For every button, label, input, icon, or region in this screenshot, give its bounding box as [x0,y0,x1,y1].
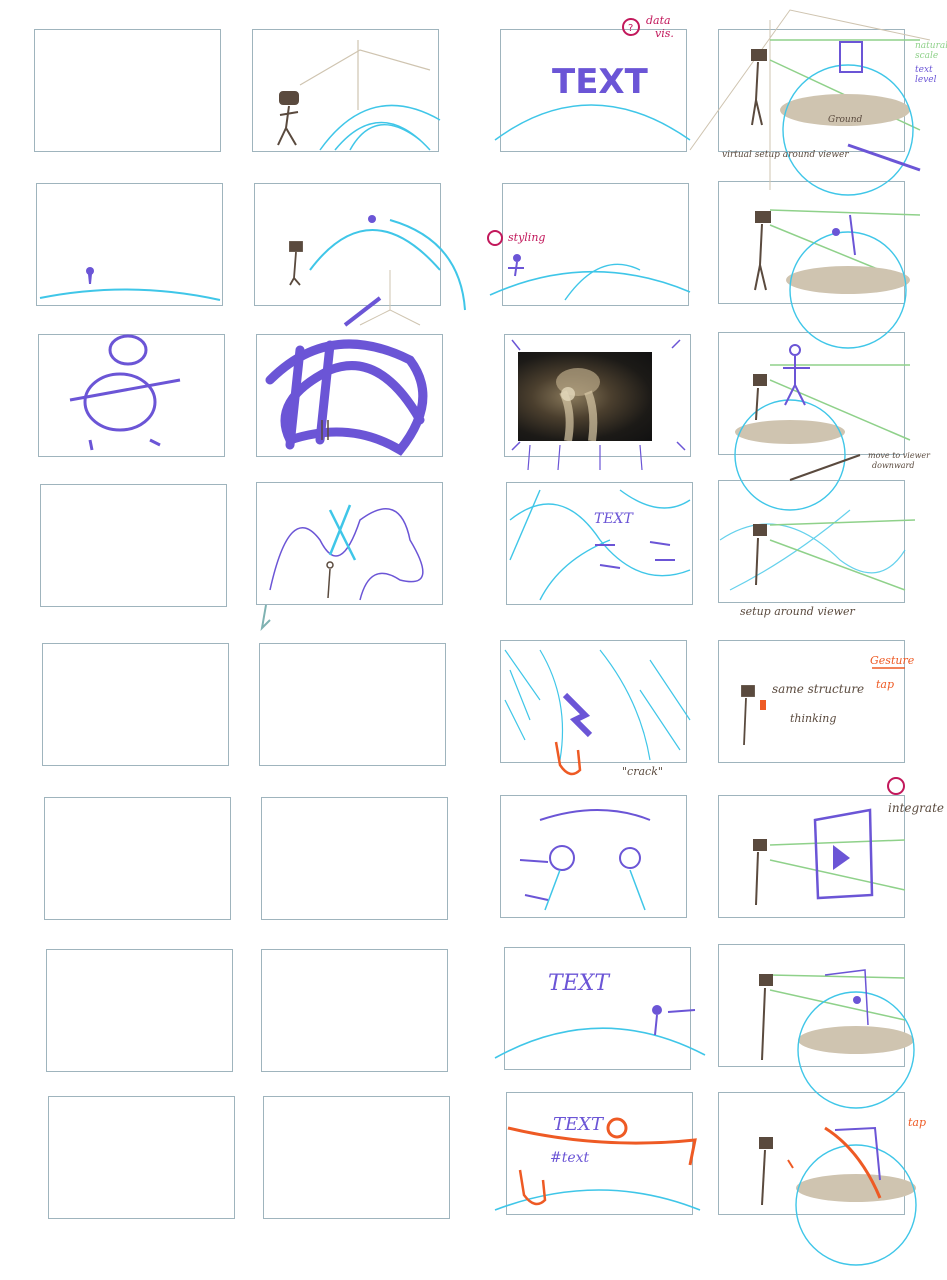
svg-text:downward: downward [872,461,915,470]
storyboard-frame [261,797,448,920]
storyboard-frame [502,183,689,306]
storyboard-frame [506,1092,693,1215]
storyboard-frame [252,29,439,152]
storyboard-frame [718,1092,905,1215]
storyboard-frame [506,482,693,605]
storyboard-frame [718,29,905,152]
storyboard-frame [40,484,227,607]
storyboard-frame [48,1096,235,1219]
storyboard-frame [38,334,225,457]
annotation-data: data [646,14,671,27]
storyboard-frame [46,949,233,1072]
svg-text:level: level [915,75,937,85]
annotation-tap: tap [908,1116,926,1129]
storyboard-canvas: TEXT ? data vis. natural scale text leve… [0,0,947,1280]
svg-text:text: text [915,65,933,75]
storyboard-frame [718,332,905,455]
storyboard-frame [718,795,905,918]
checkmark-icon [260,604,271,631]
annotation-setup: setup around viewer [740,605,856,618]
anatomy-photo [518,352,652,442]
storyboard-frame [254,183,441,306]
question-badge-icon [887,777,905,795]
storyboard-frame [36,183,223,306]
storyboard-frame [718,181,905,304]
storyboard-frame [504,947,691,1070]
question-badge-icon [487,230,503,246]
storyboard-frame [256,482,443,605]
storyboard-frame [500,795,687,918]
storyboard-frame [500,29,687,152]
storyboard-frame [500,640,687,763]
storyboard-frame [263,1096,450,1219]
storyboard-frame [259,643,446,766]
storyboard-frame [44,797,231,920]
storyboard-frame [34,29,221,152]
storyboard-frame [718,944,905,1067]
storyboard-frame [718,480,905,603]
arrow-icon [789,454,861,481]
svg-text:scale: scale [915,51,938,61]
storyboard-frame [718,640,905,763]
svg-text:natural: natural [915,41,947,51]
storyboard-frame [42,643,229,766]
storyboard-frame [261,949,448,1072]
storyboard-frame [256,334,443,457]
annotation-crack: "crack" [622,765,663,778]
